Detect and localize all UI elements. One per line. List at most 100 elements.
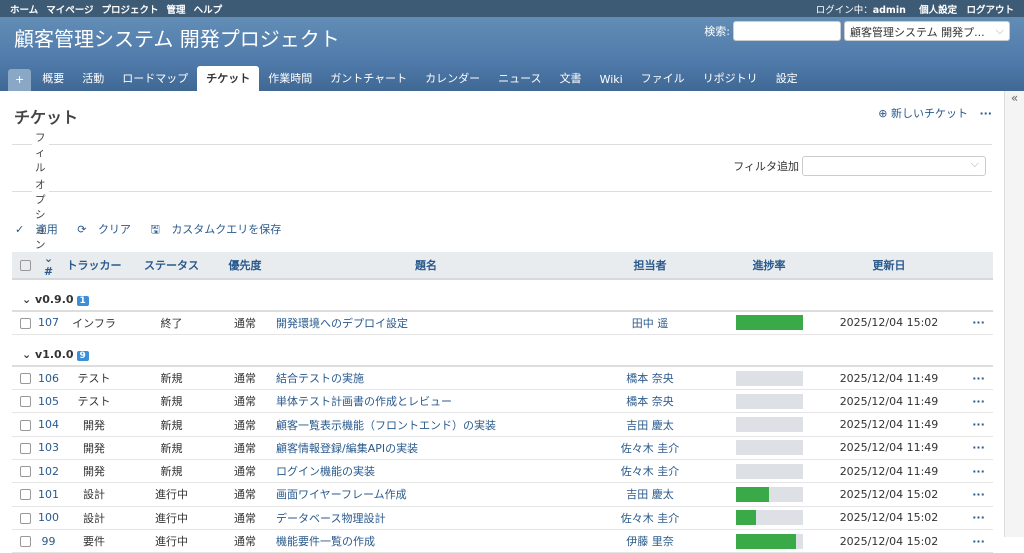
select-all-checkbox[interactable]: [19, 260, 31, 271]
subject-link[interactable]: 開発環境へのデプロイ設定: [276, 311, 576, 335]
assignee-link[interactable]: 吉田 慶太: [576, 412, 724, 437]
column-header[interactable]: 更新日: [814, 252, 964, 280]
row-actions-button[interactable]: ···: [964, 366, 993, 391]
issue-id-link[interactable]: 99: [38, 529, 59, 553]
row-checkbox[interactable]: [19, 396, 31, 408]
column-header[interactable]: 進捗率: [724, 252, 814, 280]
updated-on: 2025/12/04 11:49: [814, 366, 964, 391]
row-checkbox[interactable]: [19, 536, 31, 548]
top-menu-link[interactable]: プロジェクト: [102, 5, 159, 16]
apply-button[interactable]: ✓ 適用: [15, 223, 66, 236]
checkbox-cell[interactable]: [12, 389, 38, 414]
checkbox-cell[interactable]: [12, 366, 38, 391]
clear-button[interactable]: ⟳ クリア: [77, 223, 139, 236]
tab-1[interactable]: 概要: [33, 66, 73, 91]
subject-link[interactable]: 機能要件一覧の作成: [276, 529, 576, 553]
top-menu-link[interactable]: マイページ: [46, 5, 93, 16]
column-header[interactable]: ⌄ #: [38, 252, 59, 280]
column-header[interactable]: ステータス: [129, 252, 214, 280]
tab-4[interactable]: チケット: [197, 66, 260, 91]
checkbox-cell[interactable]: [12, 436, 38, 460]
tab-9[interactable]: 文書: [551, 66, 591, 91]
project-jump-select[interactable]: 顧客管理システム 開発プ... ⌵: [844, 21, 1010, 41]
tab-2[interactable]: 活動: [73, 66, 113, 91]
row-actions-button[interactable]: ···: [964, 482, 993, 507]
checkbox-cell[interactable]: [12, 529, 38, 553]
logout-link[interactable]: ログアウト: [966, 5, 1014, 16]
tab-13[interactable]: 設定: [767, 66, 807, 91]
group-toggle-icon[interactable]: ⌄: [22, 293, 35, 306]
checkbox-cell[interactable]: [12, 459, 38, 484]
column-header[interactable]: 担当者: [576, 252, 724, 280]
row-checkbox[interactable]: [19, 466, 31, 478]
tab-11[interactable]: ファイル: [632, 66, 694, 91]
checkbox-cell[interactable]: [12, 482, 38, 507]
new-object-button[interactable]: +: [8, 69, 32, 91]
issue-id-link[interactable]: 106: [38, 366, 59, 391]
subject-link[interactable]: 画面ワイヤーフレーム作成: [276, 482, 576, 507]
group-toggle-icon[interactable]: ⌄: [22, 348, 35, 361]
assignee-link[interactable]: 橋本 奈央: [576, 366, 724, 391]
checkbox-cell[interactable]: [12, 311, 38, 335]
row-checkbox[interactable]: [19, 419, 31, 431]
assignee-link[interactable]: 佐々木 圭介: [576, 436, 724, 460]
subject-link[interactable]: 顧客情報登録/編集APIの実装: [276, 436, 576, 460]
tab-3[interactable]: ロードマップ: [113, 66, 197, 91]
row-actions-button[interactable]: ···: [964, 459, 993, 484]
tab-7[interactable]: カレンダー: [416, 66, 489, 91]
search-input[interactable]: [733, 21, 841, 41]
issue-id-link[interactable]: 103: [38, 436, 59, 460]
row-checkbox[interactable]: [19, 442, 31, 454]
issue-id-link[interactable]: 102: [38, 459, 59, 484]
top-menu-link[interactable]: 管理: [167, 5, 186, 16]
tab-8[interactable]: ニュース: [489, 66, 550, 91]
subject-link[interactable]: 単体テスト計画書の作成とレビュー: [276, 389, 576, 414]
more-actions-button[interactable]: ···: [979, 107, 992, 120]
tab-12[interactable]: リポジトリ: [694, 66, 767, 91]
row-actions-button[interactable]: ···: [964, 506, 993, 530]
checkbox-cell[interactable]: [12, 506, 38, 530]
my-account-link[interactable]: 個人設定: [919, 5, 957, 16]
assignee-link[interactable]: 佐々木 圭介: [576, 459, 724, 484]
column-header[interactable]: 優先度: [214, 252, 276, 280]
tracker: 開発: [59, 436, 129, 460]
top-menu-link[interactable]: ヘルプ: [194, 5, 223, 16]
issue-id-link[interactable]: 100: [38, 506, 59, 530]
tab-6[interactable]: ガントチャート: [321, 66, 416, 91]
subject-link[interactable]: データベース物理設計: [276, 506, 576, 530]
assignee-link[interactable]: 橋本 奈央: [576, 389, 724, 414]
row-checkbox[interactable]: [19, 317, 31, 329]
sidebar-toggle[interactable]: «: [1004, 91, 1024, 537]
subject-link[interactable]: 結合テストの実施: [276, 366, 576, 391]
row-checkbox[interactable]: [19, 512, 31, 524]
save-query-button[interactable]: 🖫 カスタムクエリを保存: [150, 223, 289, 236]
issue-id-link[interactable]: 107: [38, 311, 59, 335]
row-actions-button[interactable]: ···: [964, 436, 993, 460]
add-filter-select[interactable]: ⌵: [802, 156, 986, 176]
row-actions-button[interactable]: ···: [964, 389, 993, 414]
assignee-link[interactable]: 佐々木 圭介: [576, 506, 724, 530]
subject-link[interactable]: 顧客一覧表示機能（フロントエンド）の実装: [276, 412, 576, 437]
new-issue-button[interactable]: ⊕ 新しいチケット: [878, 107, 968, 120]
assignee-link[interactable]: 田中 遥: [576, 311, 724, 335]
row-actions-button[interactable]: ···: [964, 412, 993, 437]
checkbox-cell[interactable]: [12, 412, 38, 437]
top-menu-link[interactable]: ホーム: [10, 5, 38, 16]
column-header[interactable]: 題名: [276, 252, 576, 280]
row-actions-button[interactable]: ···: [964, 529, 993, 553]
assignee-link[interactable]: 伊藤 里奈: [576, 529, 724, 553]
assignee-link[interactable]: 吉田 慶太: [576, 482, 724, 507]
column-header[interactable]: トラッカー: [59, 252, 129, 280]
user-link[interactable]: admin: [873, 5, 906, 16]
subject-link[interactable]: ログイン機能の実装: [276, 459, 576, 484]
row-actions-button[interactable]: ···: [964, 311, 993, 335]
tab-10[interactable]: Wiki: [591, 69, 632, 91]
issue-id-link[interactable]: 105: [38, 389, 59, 414]
select-all-checkbox-cell[interactable]: [12, 252, 38, 280]
tab-5[interactable]: 作業時間: [259, 66, 321, 91]
sort-chevron-icon[interactable]: ⌄: [44, 252, 53, 265]
row-checkbox[interactable]: [19, 489, 31, 501]
row-checkbox[interactable]: [19, 373, 31, 385]
issue-id-link[interactable]: 104: [38, 412, 59, 437]
issue-id-link[interactable]: 101: [38, 482, 59, 507]
